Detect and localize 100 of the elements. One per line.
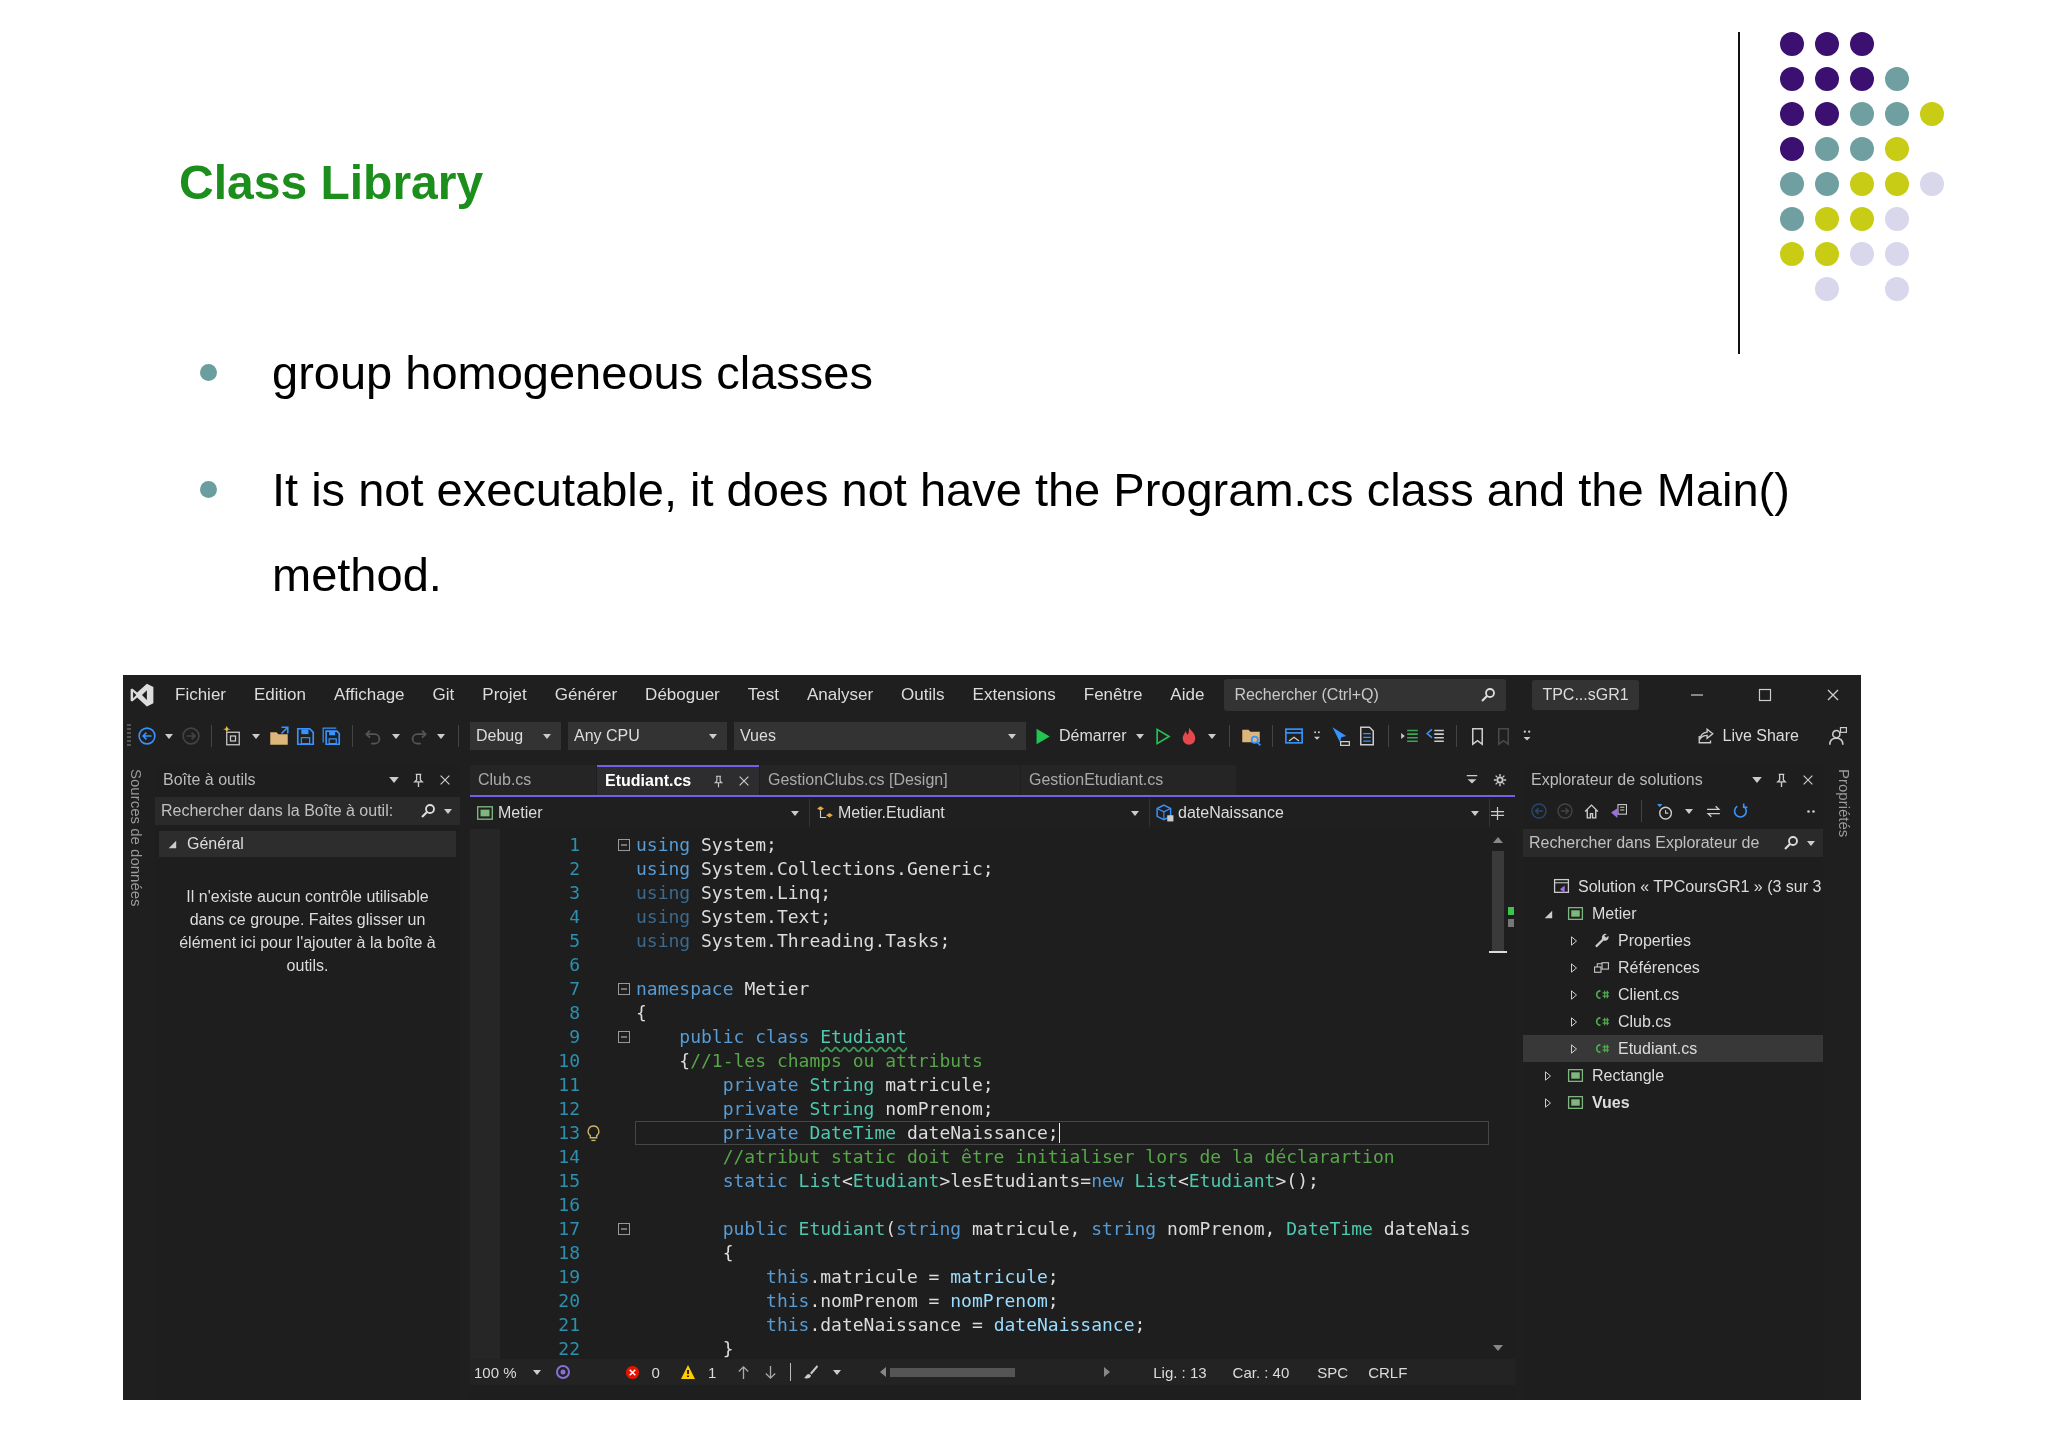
expand-arrow-icon[interactable] xyxy=(1543,1097,1553,1108)
maximize-icon[interactable] xyxy=(1757,687,1773,703)
lightbulb-icon[interactable] xyxy=(585,1124,602,1142)
tree-item[interactable]: Etudiant.cs xyxy=(1523,1035,1823,1062)
search-field[interactable]: Rechercher (Ctrl+Q) xyxy=(1224,679,1507,711)
caret-icon[interactable] xyxy=(1685,808,1693,814)
brush-icon[interactable] xyxy=(803,1364,820,1380)
pin-icon[interactable] xyxy=(1774,772,1789,788)
menu-item[interactable]: Extensions xyxy=(958,685,1070,705)
person-icon[interactable] xyxy=(1828,726,1847,746)
new-item-icon[interactable] xyxy=(223,726,243,746)
navigation-dropdown[interactable]: dateNaissance xyxy=(1150,799,1490,827)
caret-icon[interactable] xyxy=(1131,810,1139,816)
search-field[interactable]: Rechercher dans Explorateur de xyxy=(1523,829,1823,857)
platform-dropdown[interactable]: Any CPU xyxy=(568,722,727,750)
error-count[interactable]: 0 xyxy=(651,1363,660,1381)
clock-icon[interactable] xyxy=(1656,802,1673,820)
caret-icon[interactable] xyxy=(1207,733,1216,739)
warning-count[interactable]: 1 xyxy=(707,1363,717,1381)
caret-icon[interactable] xyxy=(437,733,445,739)
settings-icon[interactable] xyxy=(1493,773,1507,787)
live-share-button[interactable]: Live Share xyxy=(1696,727,1799,745)
save-icon[interactable] xyxy=(296,726,315,746)
caret-icon[interactable] xyxy=(444,808,452,814)
solution-name[interactable]: TPC...sGR1 xyxy=(1532,680,1639,710)
search-icon[interactable] xyxy=(1783,835,1799,851)
window-icon[interactable] xyxy=(1283,726,1304,746)
editor-tab[interactable]: Etudiant.cs xyxy=(597,765,759,795)
menu-item[interactable]: Générer xyxy=(540,685,632,705)
caret-icon[interactable] xyxy=(709,733,717,739)
save-all-icon[interactable] xyxy=(322,726,341,746)
menu-item[interactable]: Fichier xyxy=(161,685,240,705)
caret-icon[interactable] xyxy=(833,1369,842,1375)
editor-tab[interactable]: GestionClubs.cs [Design] xyxy=(760,765,1020,795)
start-button[interactable]: Démarrer xyxy=(1059,727,1127,745)
split-icon[interactable] xyxy=(1490,805,1505,821)
caret-icon[interactable] xyxy=(791,810,799,816)
switch-view-icon[interactable] xyxy=(1610,802,1627,820)
menu-item[interactable]: Déboguer xyxy=(631,685,734,705)
menu-item[interactable]: Aide xyxy=(1156,685,1219,705)
collapse-icon[interactable] xyxy=(618,1031,630,1043)
tree-item[interactable]: Rectangle xyxy=(1523,1062,1823,1089)
search-field[interactable]: Rechercher dans la Boîte à outil: xyxy=(155,797,460,825)
collapse-icon[interactable] xyxy=(618,839,630,851)
side-tab[interactable]: Propriétés xyxy=(1836,765,1853,838)
refresh-icon[interactable] xyxy=(1732,802,1749,820)
menu-item[interactable]: Git xyxy=(418,685,469,705)
toolbox-group[interactable]: Général xyxy=(159,831,456,857)
caret-icon[interactable] xyxy=(1752,777,1762,783)
tree-item[interactable]: Club.cs xyxy=(1523,1008,1823,1035)
expand-arrow-icon[interactable] xyxy=(1543,1070,1553,1081)
expand-arrow-icon[interactable] xyxy=(1569,1016,1579,1027)
caret-icon[interactable] xyxy=(165,733,173,739)
menu-item[interactable]: Edition xyxy=(240,685,320,705)
pin-icon[interactable] xyxy=(411,772,426,788)
tree-item[interactable]: Client.cs xyxy=(1523,981,1823,1008)
menu-item[interactable]: Outils xyxy=(887,685,959,705)
editor-tab[interactable]: Club.cs xyxy=(470,765,596,795)
collapse-icon[interactable] xyxy=(618,983,630,995)
line-ending[interactable]: CRLF xyxy=(1368,1363,1408,1381)
caret-icon[interactable] xyxy=(532,1369,541,1375)
caret-icon[interactable] xyxy=(1008,733,1016,739)
close-icon[interactable] xyxy=(1801,773,1815,787)
expand-arrow-icon[interactable] xyxy=(1569,962,1579,973)
close-icon[interactable] xyxy=(1825,687,1841,703)
ring-icon[interactable] xyxy=(554,1364,571,1380)
tree-item[interactable]: Solution « TPCoursGR1 » (3 sur 3 xyxy=(1523,873,1823,900)
tree-item[interactable]: Metier xyxy=(1523,900,1823,927)
menu-item[interactable]: Test xyxy=(733,685,793,705)
caret-icon[interactable] xyxy=(1807,840,1815,846)
expand-arrow-icon[interactable] xyxy=(1569,989,1579,1000)
pin-icon[interactable] xyxy=(712,774,725,788)
whitespace-mode[interactable]: SPC xyxy=(1317,1363,1349,1381)
overflow-icon[interactable] xyxy=(1807,809,1815,813)
caret-icon[interactable] xyxy=(389,777,399,783)
navigation-dropdown[interactable]: Metier xyxy=(470,799,810,827)
menu-item[interactable]: Analyser xyxy=(792,685,888,705)
search-icon[interactable] xyxy=(1480,687,1497,703)
zoom-dropdown[interactable]: 100 % xyxy=(474,1363,543,1381)
caret-icon[interactable] xyxy=(543,733,551,739)
open-folder-icon[interactable] xyxy=(269,726,289,746)
configuration-dropdown[interactable]: Debug xyxy=(470,722,561,750)
menu-item[interactable]: Fenêtre xyxy=(1069,685,1157,705)
collapse-icon[interactable] xyxy=(618,1223,630,1235)
expand-arrow-icon[interactable] xyxy=(1569,935,1579,946)
close-icon[interactable] xyxy=(737,774,751,788)
expand-arrow-icon[interactable] xyxy=(167,839,177,849)
side-tab[interactable]: Sources de données xyxy=(128,765,145,907)
menu-item[interactable]: Affichage xyxy=(320,685,419,705)
editor-tab[interactable]: GestionEtudiant.cs xyxy=(1021,765,1236,795)
share-icon[interactable] xyxy=(1696,727,1715,745)
close-icon[interactable] xyxy=(438,773,452,787)
caret-icon[interactable] xyxy=(1135,733,1144,739)
startup-project-dropdown[interactable]: Vues xyxy=(734,722,1026,750)
tree-item[interactable]: Références xyxy=(1523,954,1823,981)
tree-item[interactable]: Properties xyxy=(1523,927,1823,954)
home-icon[interactable] xyxy=(1583,802,1600,820)
warning-icon[interactable] xyxy=(679,1364,696,1380)
search-icon[interactable] xyxy=(420,803,436,819)
caret-icon[interactable] xyxy=(252,733,260,739)
